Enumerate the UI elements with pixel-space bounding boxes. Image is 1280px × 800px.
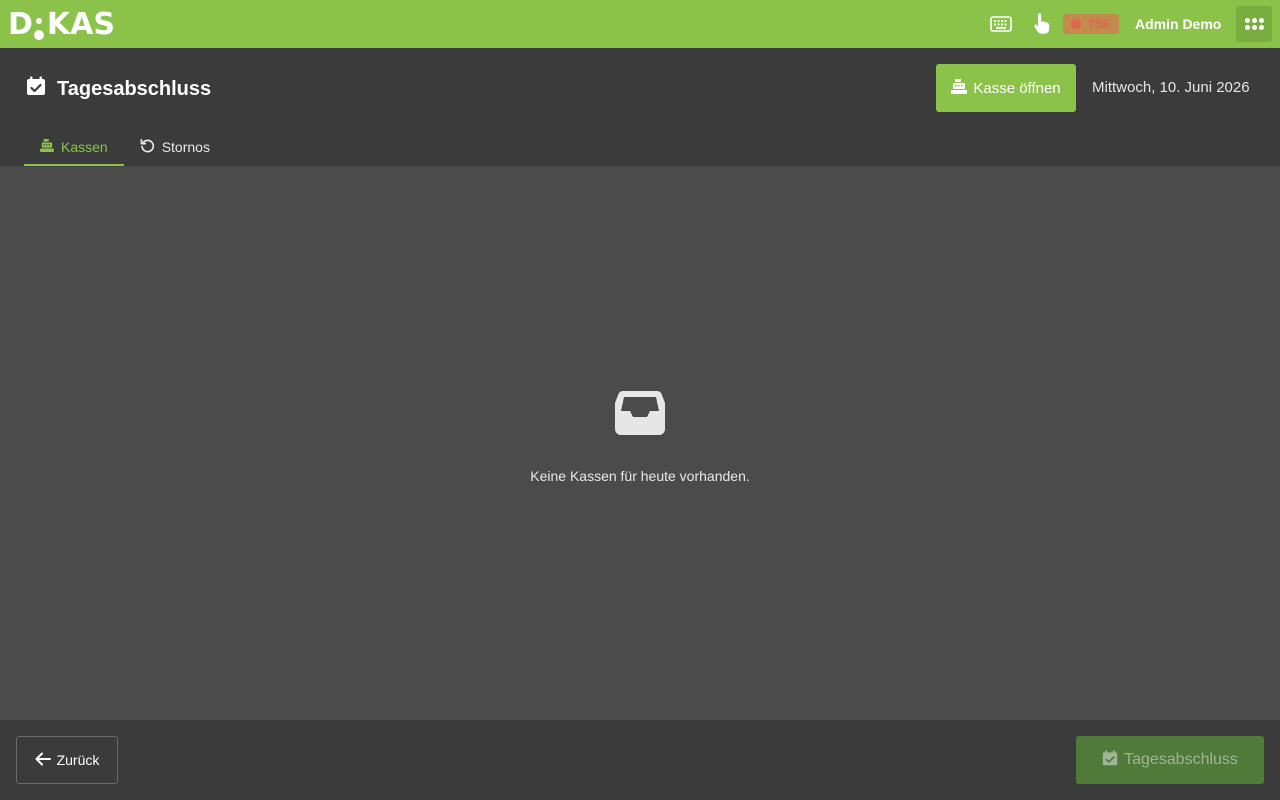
back-label: Zurück <box>56 752 100 768</box>
top-bar: D KAS TSE Admin Demo <box>0 0 1280 48</box>
logo-dot <box>33 18 44 42</box>
day-close-button[interactable]: Tagesabschluss <box>1076 736 1264 784</box>
tse-status-dot-icon <box>1071 19 1082 29</box>
open-register-label: Kasse öffnen <box>973 79 1061 97</box>
apps-grid-icon <box>1244 18 1250 23</box>
keyboard-icon[interactable] <box>989 12 1013 36</box>
back-button[interactable]: Zurück <box>16 736 118 784</box>
page-title: Tagesabschluss <box>57 77 212 100</box>
tab-bar: Kassen Stornos <box>24 128 226 166</box>
tab-kassen[interactable]: Kassen <box>24 128 124 166</box>
arrow-left-icon <box>35 752 51 769</box>
cash-register-icon <box>40 139 54 155</box>
logo-letter: D <box>8 7 33 42</box>
page-title-wrap: Tagesabschluss <box>26 76 211 101</box>
empty-state-message: Keine Kassen für heute vorhanden. <box>530 468 750 484</box>
day-close-label: Tagesabschluss <box>1124 751 1238 768</box>
tab-kassen-label: Kassen <box>61 139 108 155</box>
user-name[interactable]: Admin Demo <box>1135 16 1221 32</box>
undo-icon <box>140 138 155 156</box>
tse-label: TSE <box>1087 17 1111 31</box>
inbox-icon <box>615 390 665 435</box>
tse-status-badge[interactable]: TSE <box>1063 14 1119 34</box>
touch-hand-icon[interactable] <box>1029 12 1053 36</box>
page-header: Tagesabschluss Kasse öffnen Mittwoch, 10… <box>0 48 1280 166</box>
dikas-logo[interactable]: D KAS <box>8 6 115 42</box>
cash-register-icon <box>951 78 968 98</box>
logo-letters: KAS <box>46 7 115 42</box>
footer-bar: Zurück Tagesabschluss <box>0 720 1280 800</box>
apps-menu-button[interactable] <box>1236 6 1272 42</box>
main-content: Keine Kassen für heute vorhanden. <box>0 166 1280 720</box>
open-register-button[interactable]: Kasse öffnen <box>936 64 1076 112</box>
calendar-check-icon <box>26 76 46 101</box>
tab-stornos-label: Stornos <box>161 139 210 155</box>
calendar-check-icon <box>1102 749 1118 771</box>
current-date: Mittwoch, 10. Juni 2026 <box>1092 79 1250 96</box>
tab-stornos[interactable]: Stornos <box>124 128 226 166</box>
